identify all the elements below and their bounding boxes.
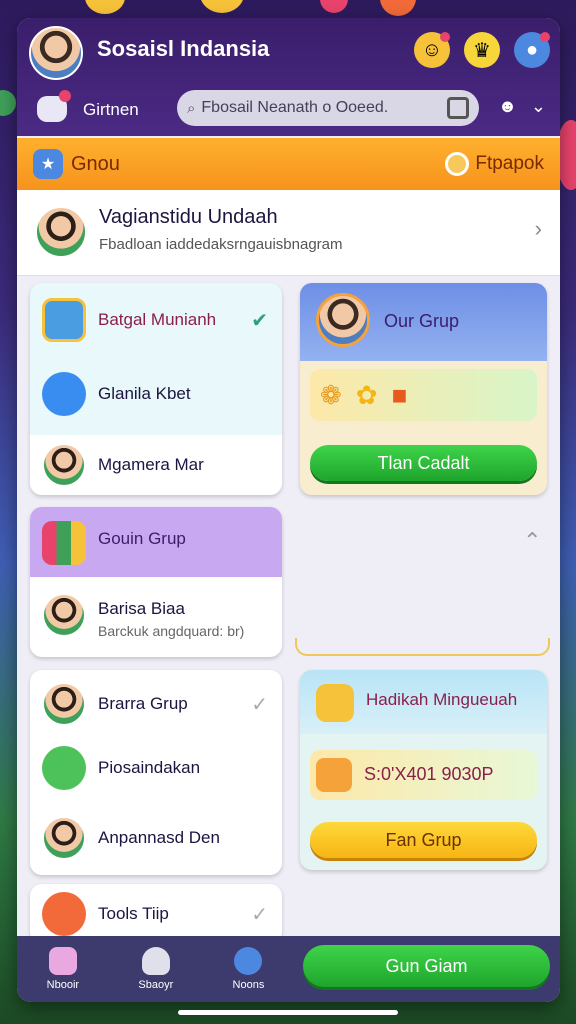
list-item[interactable]: Glanila Kbet xyxy=(30,369,282,419)
check-icon: ✓ xyxy=(251,903,268,926)
globe-icon xyxy=(234,947,263,975)
nav-item[interactable]: Nbooir xyxy=(47,947,79,991)
bottom-nav: Nbooir Sbaoyr Noons xyxy=(17,936,294,1002)
profile-subtitle: Fbadloan iaddedaksrngauisbnagram xyxy=(99,236,343,253)
hadikah-title: Hadikah Mingueuah xyxy=(366,690,518,709)
face-icon[interactable]: ☻ xyxy=(498,96,517,117)
game-mascot-icon xyxy=(316,684,354,722)
user-avatar[interactable] xyxy=(29,26,83,80)
list-item[interactable]: Anpannasd Den xyxy=(30,812,282,864)
list-item-label: Piosaindakan xyxy=(98,758,201,777)
group-search-button[interactable]: Ftpapok xyxy=(445,152,544,176)
nav-item[interactable]: Sbaoyr xyxy=(138,947,173,991)
list-item[interactable]: Brarra Grup ✓ xyxy=(30,678,282,730)
candy-decoration xyxy=(0,90,16,116)
candy-decoration xyxy=(200,0,244,13)
our-group-avatar xyxy=(316,293,370,347)
secondary-label: Girtnen xyxy=(83,100,139,119)
nav-item-label: Noons xyxy=(232,979,265,991)
check-icon: ✓ xyxy=(251,693,268,716)
app-title: Sosaisl Indansia xyxy=(97,36,270,61)
candy-decoration xyxy=(320,0,348,13)
group-search-label: Ftpapok xyxy=(475,153,544,174)
list-item[interactable]: Mgamera Mar xyxy=(30,435,282,495)
list-item[interactable]: Piosaindakan xyxy=(30,742,282,794)
group-card: Tools Tiip ✓ xyxy=(30,884,282,944)
chevron-right-icon[interactable]: › xyxy=(535,216,542,242)
list-item-label: Mgamera Mar xyxy=(98,455,204,474)
list-item-label: Brarra Grup xyxy=(98,694,188,713)
member-subtitle: Barckuk angdquard: br) xyxy=(98,623,245,639)
calendar-icon xyxy=(42,298,86,342)
present-icon: ■ xyxy=(391,379,408,410)
profile-name: Vagianstidu Undaah xyxy=(99,206,278,228)
nav-item-label: Sbaoyr xyxy=(138,979,174,991)
blob-icon xyxy=(42,372,86,416)
search-text: Fbosail Neanath o Ooeed. xyxy=(201,99,389,116)
member-avatar xyxy=(42,443,86,487)
member-name: Barisa Biaa xyxy=(98,599,185,618)
group-card: Brarra Grup ✓ Piosaindakan Anpannasd Den xyxy=(30,670,282,875)
smiley-icon[interactable]: ☺ xyxy=(414,32,450,68)
trophy-icon[interactable]: ♛ xyxy=(464,32,500,68)
secondary-bar: Girtnen ⌕ Fbosail Neanath o Ooeed. ☻ ⌄ xyxy=(17,88,560,132)
group-card: Batgal Munianh ✔ Glanila Kbet Mgamera Ma… xyxy=(30,283,282,495)
notification-dot xyxy=(440,32,450,42)
search-icon: ⌕ xyxy=(187,99,196,117)
list-item-label: Tools Tiip xyxy=(98,904,169,923)
bottom-cta-button[interactable]: Gun Giam xyxy=(303,945,550,987)
gift-icon: ❁ xyxy=(320,379,342,410)
chevron-down-icon[interactable]: ⌄ xyxy=(531,96,546,117)
member-avatar xyxy=(42,682,86,726)
box-icon xyxy=(48,947,77,975)
check-icon: ✔ xyxy=(251,309,268,332)
list-item[interactable]: Tools Tiip ✓ xyxy=(30,888,282,940)
member-avatar xyxy=(42,593,86,637)
list-item-label: Anpannasd Den xyxy=(98,828,220,847)
secondary-right-icons: ☻ ⌄ xyxy=(498,96,546,117)
prize-code: S:0'X401 9030P xyxy=(364,764,494,784)
card-header-label: Batgal Munianh xyxy=(98,310,217,329)
divider xyxy=(295,638,550,656)
candy-decoration xyxy=(85,0,125,14)
mascot-icon xyxy=(42,892,86,936)
our-group-card: Our Grup ❁ ✿ ■ Tlan Cadalt xyxy=(300,283,547,495)
notification-dot xyxy=(540,32,550,42)
group-title: Gnou xyxy=(71,152,120,175)
app-window: Sosaisl Indansia ☺ ♛ ● Girtnen ⌕ Fbosail… xyxy=(17,18,560,1002)
nav-item[interactable]: Noons xyxy=(232,947,265,991)
gift-icon: ✿ xyxy=(355,379,378,410)
profile-row[interactable]: Vagianstidu Undaah Fbadloan iaddedaksrng… xyxy=(17,190,560,276)
card-header[interactable]: Gouin Grup xyxy=(30,507,282,577)
nav-item-label: Nbooir xyxy=(46,979,80,991)
magnifier-icon xyxy=(445,152,470,176)
group-card: Gouin Grup Barisa Biaa Barckuk angdquard… xyxy=(30,507,282,657)
our-group-button[interactable]: Tlan Cadalt xyxy=(310,445,537,481)
top-bar: Sosaisl Indansia ☺ ♛ ● Girtnen ⌕ Fbosail… xyxy=(17,18,560,136)
user-icon xyxy=(141,947,170,975)
search-input[interactable]: ⌕ Fbosail Neanath o Ooeed. xyxy=(177,90,479,126)
profile-avatar xyxy=(35,206,87,258)
join-group-button[interactable]: Fan Grup xyxy=(310,822,537,858)
list-item-label: Glanila Kbet xyxy=(98,384,191,403)
card-header[interactable]: Batgal Munianh ✔ xyxy=(30,295,282,345)
books-icon xyxy=(42,521,86,565)
home-indicator[interactable] xyxy=(178,1010,398,1015)
prize-icon xyxy=(316,758,352,792)
card-header-label: Gouin Grup xyxy=(98,529,186,548)
our-group-title: Our Grup xyxy=(384,311,460,331)
chevron-up-icon[interactable]: ⌄ xyxy=(523,526,541,552)
top-icons: ☺ ♛ ● xyxy=(414,32,550,68)
heart-icon xyxy=(42,746,86,790)
member-avatar xyxy=(42,816,86,860)
candy-decoration xyxy=(380,0,416,16)
qr-icon[interactable] xyxy=(447,97,469,119)
group-bar: ★ Gnou Ftpapok xyxy=(17,138,560,190)
hadikah-card: Hadikah Mingueuah S:0'X401 9030P Fan Gru… xyxy=(300,670,547,870)
rewards-strip: ❁ ✿ ■ xyxy=(310,369,537,421)
chat-icon[interactable] xyxy=(37,90,71,122)
chat-bubble-icon[interactable]: ● xyxy=(514,32,550,68)
group-icon: ★ xyxy=(33,149,63,179)
